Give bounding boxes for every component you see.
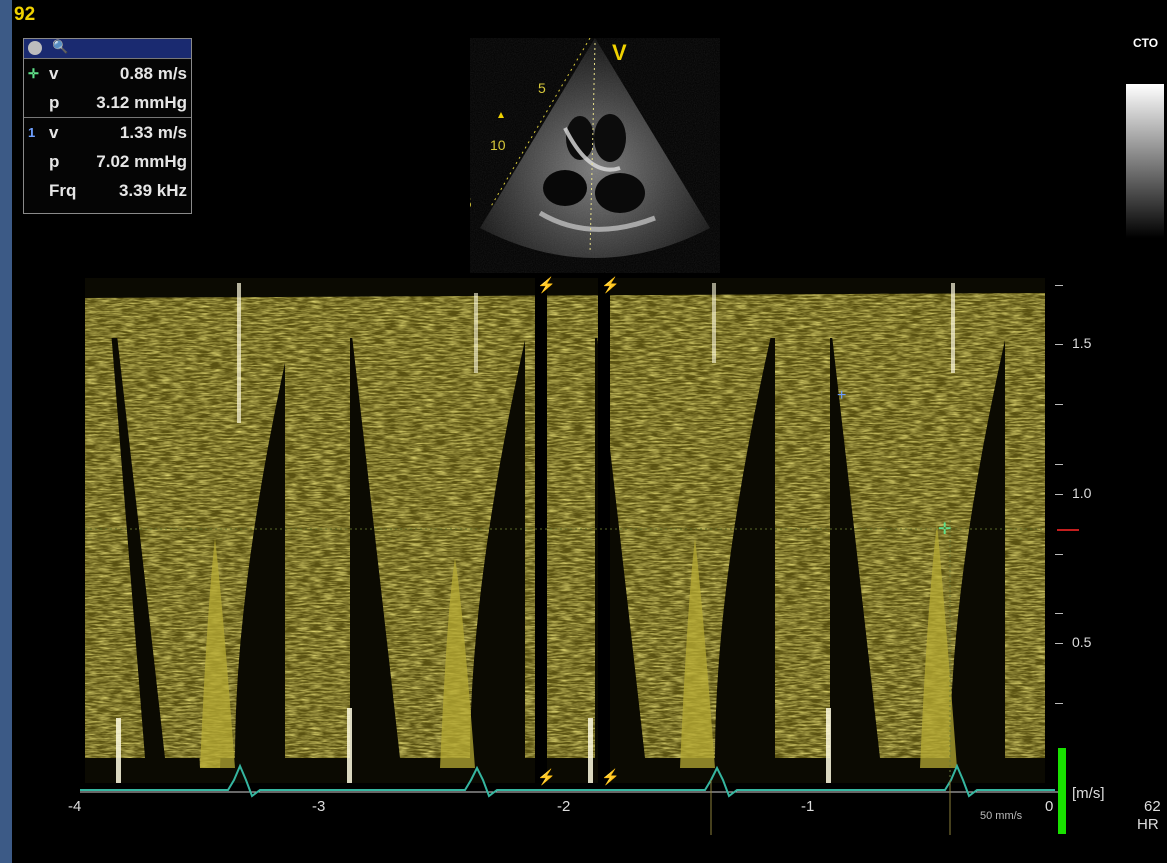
y-tick-1-0: 1.0 <box>1072 485 1092 501</box>
x-tick: -1 <box>801 798 815 815</box>
y-tick-1-5: 1.5 <box>1072 335 1092 351</box>
x-tick: -2 <box>557 798 571 815</box>
x-tick: -4 <box>68 798 82 815</box>
y-tick-0-5: 0.5 <box>1072 634 1092 650</box>
x-tick: -3 <box>312 798 326 815</box>
heart-rate-value: 62 <box>1144 798 1161 815</box>
ecg-trace <box>80 520 1060 835</box>
x-tick: 0 <box>1045 798 1054 815</box>
y-axis-unit: [m/s] <box>1072 785 1105 802</box>
cursor-level-marker <box>1057 529 1079 531</box>
heart-rate-label: HR <box>1137 816 1159 833</box>
sweep-speed: 50 mm/s <box>980 810 1023 822</box>
scale-indicator-bar <box>1058 748 1066 834</box>
